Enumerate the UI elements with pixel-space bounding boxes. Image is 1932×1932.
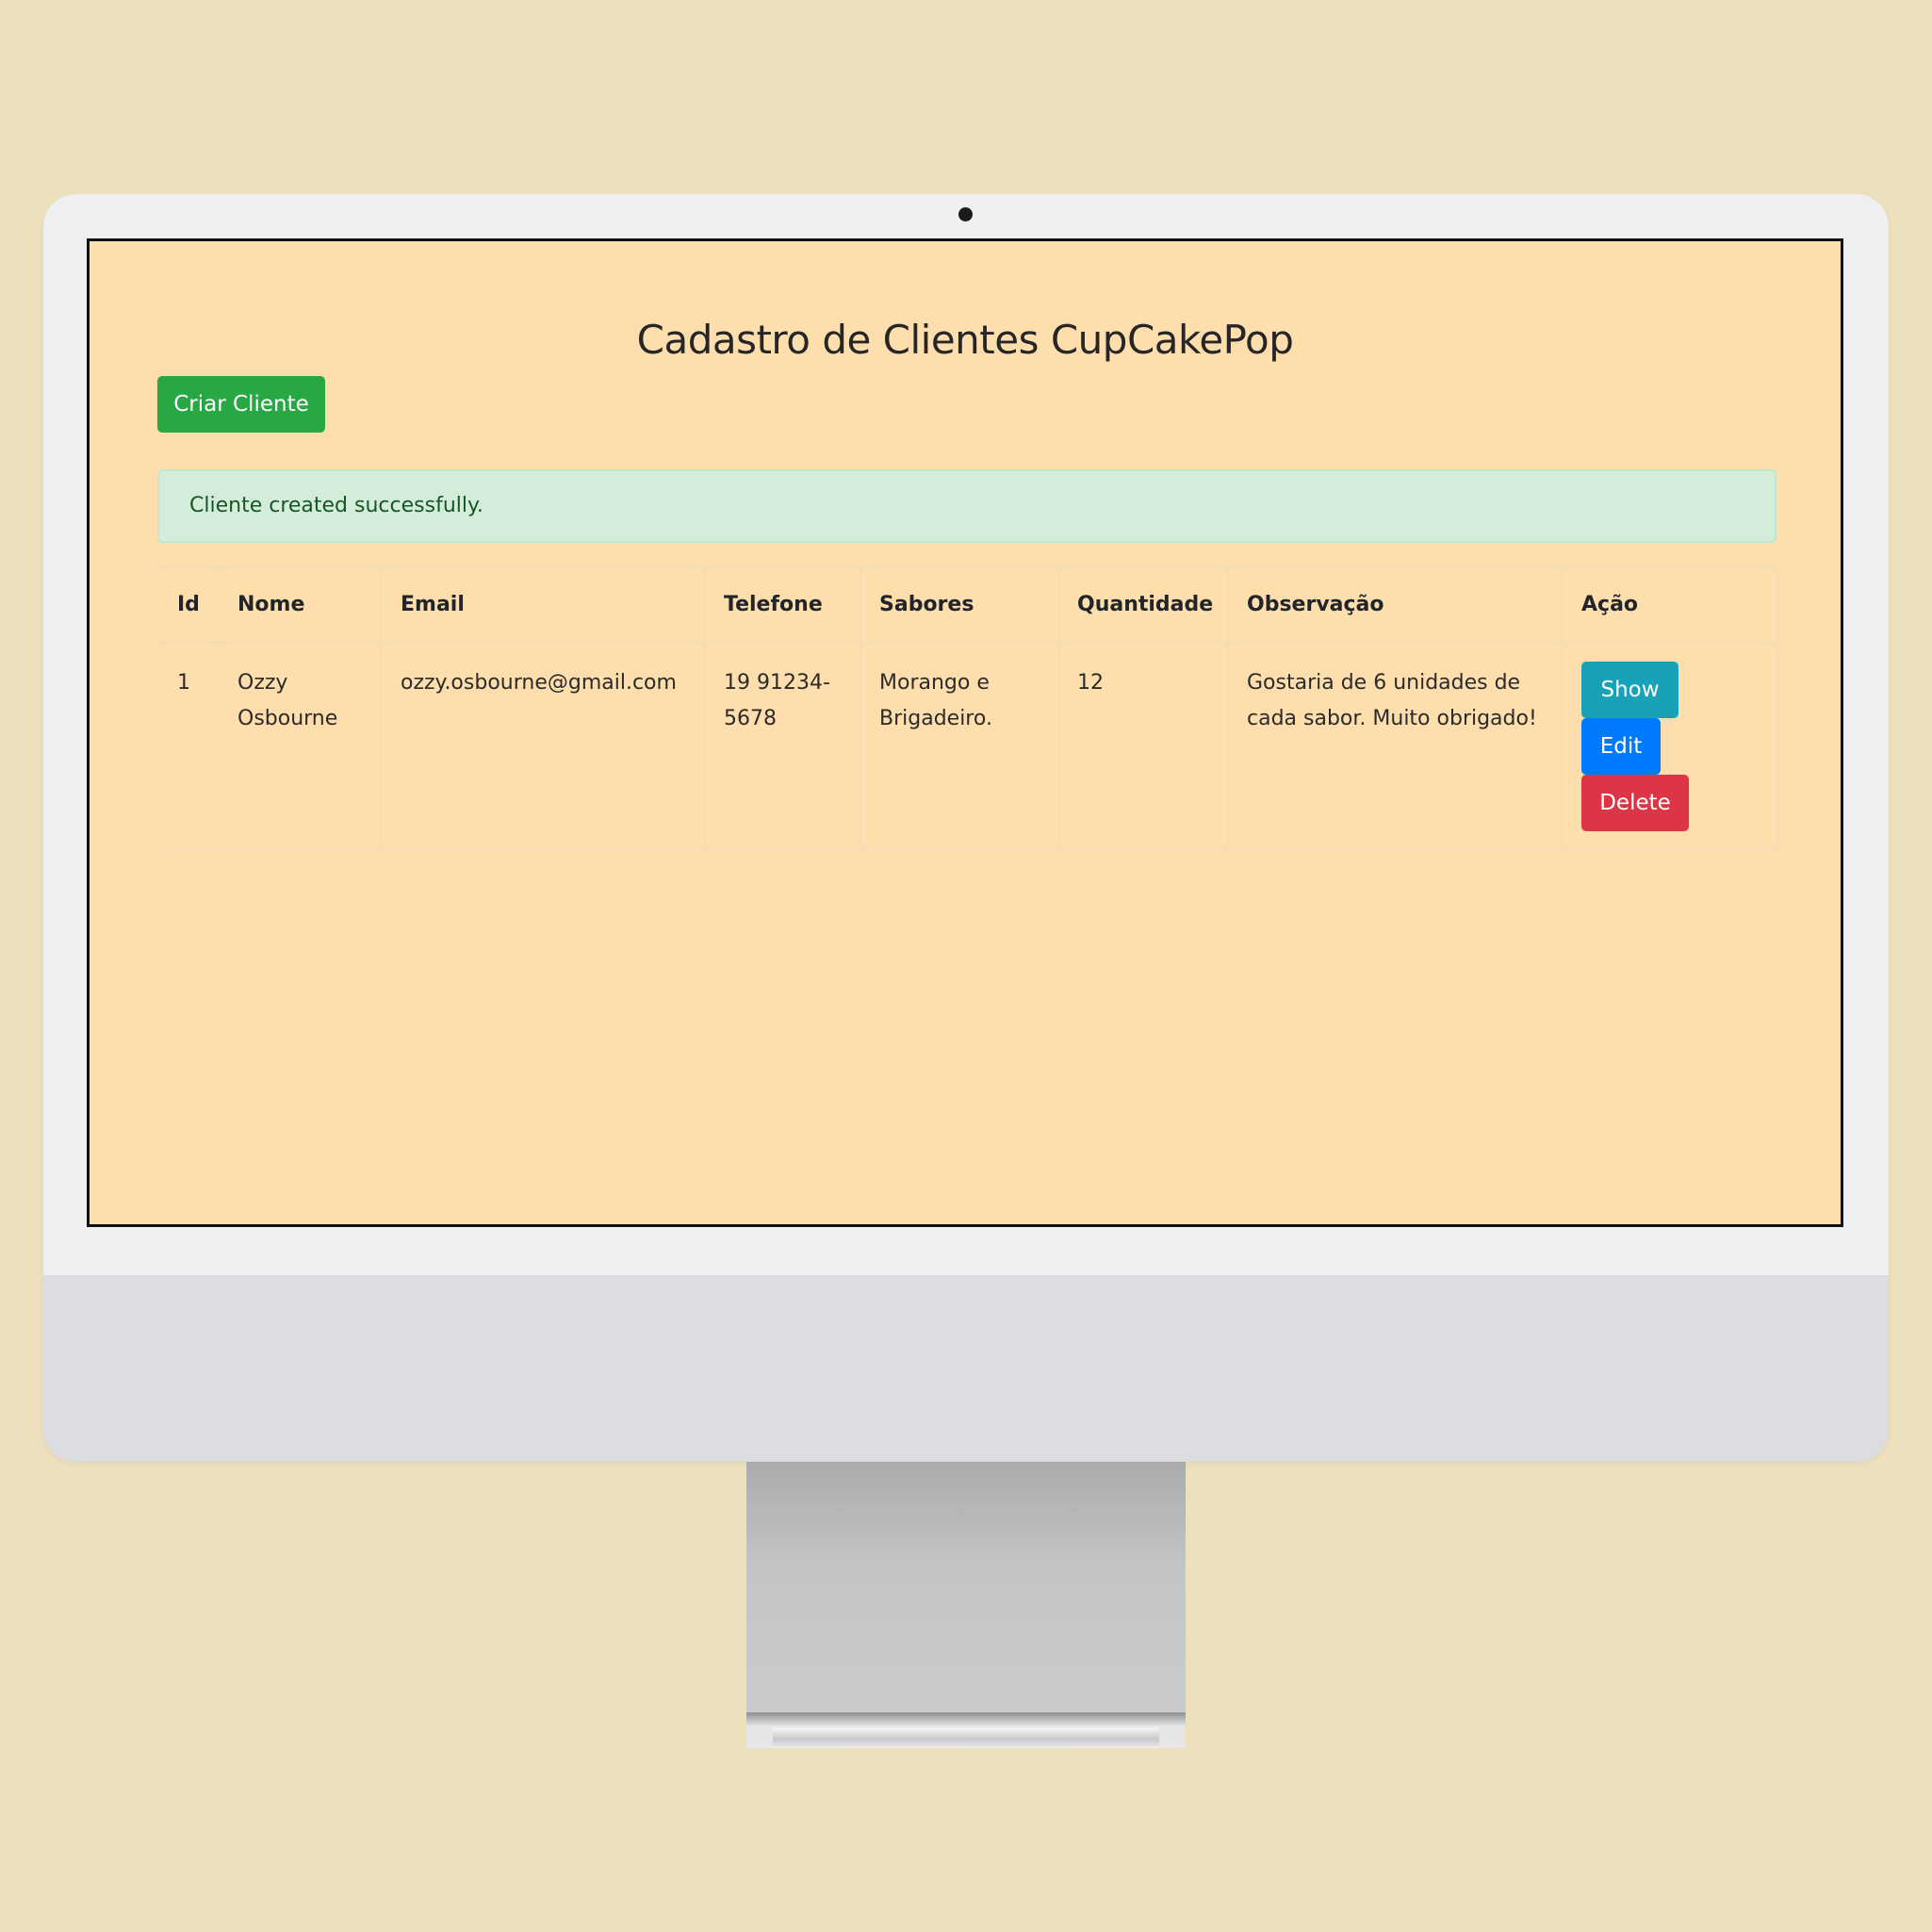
delete-button[interactable]: Delete — [1581, 775, 1689, 831]
cell-nome-text: Ozzy Osbourne — [237, 671, 338, 730]
column-header-sabores: Sabores — [860, 565, 1059, 643]
cell-id-text: 1 — [177, 671, 190, 695]
monitor-stand-base — [746, 1712, 1186, 1748]
column-header-observacao: Observação — [1227, 565, 1564, 643]
column-header-id: Id — [157, 565, 220, 643]
cell-email-text: ozzy.osbourne@gmail.com — [401, 671, 677, 695]
column-header-nome: Nome — [218, 565, 383, 643]
column-header-quantidade: Quantidade — [1057, 565, 1229, 643]
table-row: 1 Ozzy Osbourne ozzy.osbourne@gmail.com … — [157, 641, 1778, 850]
cell-sabores: Morango e Brigadeiro. — [860, 641, 1059, 850]
table-header-row: Id Nome Email Telefone Sabores Quantidad… — [157, 565, 1778, 643]
create-client-button[interactable]: Criar Cliente — [157, 376, 325, 433]
cell-observacao: Gostaria de 6 unidades de cada sabor. Mu… — [1227, 641, 1564, 850]
cell-telefone: 19 91234-5678 — [704, 641, 861, 850]
show-button[interactable]: Show — [1581, 662, 1678, 718]
monitor-stand — [746, 1462, 1186, 1712]
screen: Cadastro de Clientes CupCakePop Criar Cl… — [87, 238, 1843, 1227]
cell-observacao-text: Gostaria de 6 unidades de cada sabor. Mu… — [1247, 671, 1537, 730]
column-header-email: Email — [381, 565, 706, 643]
camera-dot-icon — [958, 207, 973, 221]
cell-email: ozzy.osbourne@gmail.com — [381, 641, 706, 850]
row-actions: Show Edit Delete — [1581, 662, 1776, 831]
monitor-chin — [43, 1275, 1889, 1462]
cell-id: 1 — [157, 641, 220, 850]
edit-button[interactable]: Edit — [1581, 718, 1661, 775]
cell-telefone-text: 19 91234-5678 — [724, 671, 830, 730]
cell-nome: Ozzy Osbourne — [218, 641, 383, 850]
cell-acao: Show Edit Delete — [1562, 641, 1778, 850]
clients-table: Id Nome Email Telefone Sabores Quantidad… — [157, 565, 1778, 850]
cell-quantidade-text: 12 — [1077, 671, 1104, 695]
page-title: Cadastro de Clientes CupCakePop — [636, 317, 1294, 363]
column-header-telefone: Telefone — [704, 565, 861, 643]
success-alert: Cliente created successfully. — [157, 469, 1776, 543]
cell-sabores-text: Morango e Brigadeiro. — [879, 671, 992, 730]
column-header-acao: Ação — [1562, 565, 1778, 643]
cell-quantidade: 12 — [1057, 641, 1229, 850]
